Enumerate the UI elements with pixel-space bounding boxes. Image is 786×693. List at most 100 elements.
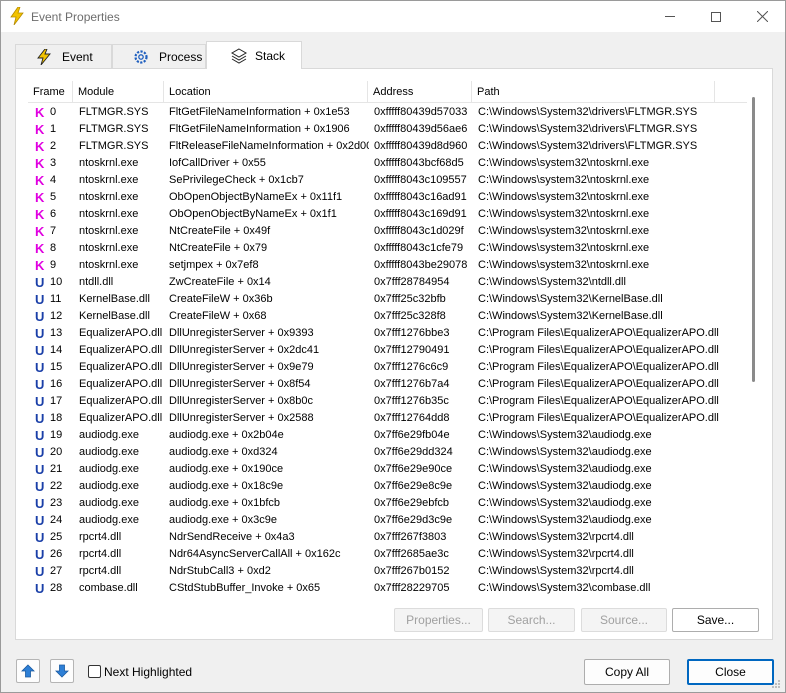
search-button[interactable]: Search...	[488, 608, 575, 632]
stack-frame-row[interactable]: K 3 ntoskrnl.exe IofCallDriver + 0x55 0xffff…	[28, 155, 747, 172]
stack-frame-row[interactable]: U 15 EqualizerAPO.dll DllUnregisterServer +…	[28, 359, 747, 376]
tab-stack[interactable]: Stack	[206, 41, 302, 69]
stack-frame-row[interactable]: U 12 KernelBase.dll CreateFileW + 0x68 0x7ff…	[28, 308, 747, 325]
frame-cell: 13	[50, 327, 63, 339]
frame-cell: 27	[50, 565, 63, 577]
stack-frame-row[interactable]: U 11 KernelBase.dll CreateFileW + 0x36b 0x7f…	[28, 291, 747, 308]
stack-frame-row[interactable]: K 8 ntoskrnl.exe NtCreateFile + 0x79 0xfffff…	[28, 240, 747, 257]
stack-frame-row[interactable]: U 24 audiodg.exe audiodg.exe + 0x3c9e 0x7ff6…	[28, 512, 747, 529]
frame-cell: 19	[50, 429, 63, 441]
location-cell: FltReleaseFileNameInformation + 0x2d00	[169, 140, 369, 152]
location-cell: NtCreateFile + 0x79	[169, 242, 268, 254]
stack-frame-row[interactable]: K 1 FLTMGR.SYS FltGetFileNameInformation + …	[28, 121, 747, 138]
path-cell: C:\Program Files\EqualizerAPO\EqualizerA…	[478, 327, 719, 339]
resize-grip-icon[interactable]	[771, 679, 781, 689]
stack-frame-row[interactable]: U 19 audiodg.exe audiodg.exe + 0x2b04e 0x7ff…	[28, 427, 747, 444]
stack-frame-row[interactable]: K 7 ntoskrnl.exe NtCreateFile + 0x49f 0xffff…	[28, 223, 747, 240]
frame-cell: 12	[50, 310, 63, 322]
path-cell: C:\Windows\System32\rpcrt4.dll	[478, 565, 634, 577]
module-cell: rpcrt4.dll	[79, 597, 167, 600]
kernel-frame-icon: K	[35, 258, 45, 273]
stack-frame-row[interactable]: U 13 EqualizerAPO.dll DllUnregisterServer +…	[28, 325, 747, 342]
properties-button[interactable]: Properties...	[394, 608, 483, 632]
frame-cell: 24	[50, 514, 63, 526]
address-cell: 0xfffff8043c1d029f	[374, 225, 464, 237]
stack-frame-row[interactable]: U 10 ntdll.dll ZwCreateFile + 0x14 0x7fff287…	[28, 274, 747, 291]
address-cell: 0x7ff6e29fb04e	[374, 429, 450, 441]
stack-frame-row[interactable]: U 28 combase.dll CStdStubBuffer_Invoke + 0x…	[28, 580, 747, 597]
frame-cell: 10	[50, 276, 63, 288]
next-highlighted-label[interactable]: Next Highlighted	[104, 665, 192, 679]
path-cell: C:\Windows\system32\ntoskrnl.exe	[478, 225, 650, 237]
column-header-module[interactable]: Module	[73, 81, 164, 103]
user-frame-icon: U	[35, 479, 45, 494]
location-cell: CreateFileW + 0x36b	[169, 293, 273, 305]
stack-frame-row[interactable]: U 25 rpcrt4.dll NdrSendReceive + 0x4a3 0x7ff…	[28, 529, 747, 546]
minimize-button[interactable]	[647, 1, 693, 32]
user-frame-icon: U	[35, 394, 45, 409]
path-cell: C:\Program Files\EqualizerAPO\EqualizerA…	[478, 361, 719, 373]
maximize-button[interactable]	[693, 1, 739, 32]
tab-process[interactable]: Process	[112, 44, 206, 68]
next-highlighted-button[interactable]	[50, 659, 74, 683]
gear-icon	[133, 49, 149, 65]
stack-frame-row[interactable]: U 21 audiodg.exe audiodg.exe + 0x190ce 0x7ff…	[28, 461, 747, 478]
stack-frame-row[interactable]: K 5 ntoskrnl.exe ObOpenObjectByNameEx + 0x1…	[28, 189, 747, 206]
source-button[interactable]: Source...	[581, 608, 667, 632]
stack-frame-row[interactable]: U29rpcrt4.dllCStdStubBuffer_Invoke + 0x4…	[28, 597, 747, 600]
stack-frame-row[interactable]: U 23 audiodg.exe audiodg.exe + 0x1bfcb 0x7ff…	[28, 495, 747, 512]
title-bar[interactable]: Event Properties	[1, 1, 785, 32]
stack-frame-row[interactable]: U 16 EqualizerAPO.dll DllUnregisterServer +…	[28, 376, 747, 393]
column-header-path[interactable]: Path	[472, 81, 715, 103]
location-cell: audiodg.exe + 0x2b04e	[169, 429, 284, 441]
address-cell: 0xfffff80439d8d960	[374, 140, 468, 152]
save-button[interactable]: Save...	[672, 608, 759, 632]
event-properties-window: Event Properties Event Process Stack Fra…	[0, 0, 786, 693]
module-cell: ntoskrnl.exe	[79, 191, 139, 203]
stack-frame-row[interactable]: K 4 ntoskrnl.exe SePrivilegeCheck + 0x1cb7 0…	[28, 172, 747, 189]
column-header-address[interactable]: Address	[368, 81, 472, 103]
location-cell: setjmpex + 0x7ef8	[169, 259, 259, 271]
stack-frame-row[interactable]: U 27 rpcrt4.dll NdrStubCall3 + 0xd2 0x7fff26…	[28, 563, 747, 580]
path-cell: C:\Windows\System32\audiodg.exe	[478, 429, 652, 441]
column-header-frame[interactable]: Frame	[28, 81, 73, 103]
stack-frame-row[interactable]: K 6 ntoskrnl.exe ObOpenObjectByNameEx + 0x1…	[28, 206, 747, 223]
stack-frame-row[interactable]: K 0 FLTMGR.SYS FltGetFileNameInformation + …	[28, 104, 747, 121]
module-cell: ntoskrnl.exe	[79, 208, 139, 220]
tab-label: Event	[62, 49, 93, 64]
previous-highlighted-button[interactable]	[16, 659, 40, 683]
stack-frame-row[interactable]: U 22 audiodg.exe audiodg.exe + 0x18c9e 0x7ff…	[28, 478, 747, 495]
stack-frame-row[interactable]: K 2 FLTMGR.SYS FltReleaseFileNameInformatio…	[28, 138, 747, 155]
scrollbar-thumb[interactable]	[752, 97, 755, 382]
location-cell: DllUnregisterServer + 0x8b0c	[169, 395, 313, 407]
column-header-location[interactable]: Location	[164, 81, 368, 103]
stack-frame-row[interactable]: U 17 EqualizerAPO.dll DllUnregisterServer +…	[28, 393, 747, 410]
stack-frame-row[interactable]: U 18 EqualizerAPO.dll DllUnregisterServer +…	[28, 410, 747, 427]
path-cell: C:\Windows\system32\ntoskrnl.exe	[478, 242, 650, 254]
lightning-icon	[9, 6, 25, 26]
vertical-scrollbar[interactable]	[748, 81, 759, 600]
close-window-button[interactable]	[739, 1, 785, 32]
stack-frame-row[interactable]: K 9 ntoskrnl.exe setjmpex + 0x7ef8 0xfffff80…	[28, 257, 747, 274]
stack-frame-row[interactable]: U 26 rpcrt4.dll Ndr64AsyncServerCallAll + 0…	[28, 546, 747, 563]
layers-icon	[231, 47, 247, 64]
stack-panel: Frame Module Location Address Path K 0 FLT…	[15, 68, 773, 640]
kernel-frame-icon: K	[35, 241, 45, 256]
stack-frame-row[interactable]: U 20 audiodg.exe audiodg.exe + 0xd324 0x7ff6…	[28, 444, 747, 461]
address-cell: 0x7fff2685ae3c	[374, 548, 449, 560]
location-cell: IofCallDriver + 0x55	[169, 157, 266, 169]
path-cell: C:\Windows\System32\drivers\FLTMGR.SYS	[478, 123, 698, 135]
close-button[interactable]: Close	[687, 659, 774, 685]
tab-event[interactable]: Event	[15, 44, 112, 68]
module-cell: ntoskrnl.exe	[79, 242, 139, 254]
stack-grid[interactable]: Frame Module Location Address Path K 0 FLT…	[28, 81, 759, 600]
next-highlighted-checkbox[interactable]	[88, 665, 101, 678]
module-cell: combase.dll	[79, 582, 138, 594]
frame-cell: 29	[50, 597, 76, 600]
stack-frame-row[interactable]: U 14 EqualizerAPO.dll DllUnregisterServer +…	[28, 342, 747, 359]
copy-all-button[interactable]: Copy All	[584, 659, 670, 685]
address-cell: 0x7fff25c32bfb	[374, 293, 446, 305]
frame-cell: 1	[50, 123, 57, 135]
path-cell: C:\Program Files\EqualizerAPO\EqualizerA…	[478, 412, 719, 424]
user-frame-icon: U	[35, 496, 45, 511]
